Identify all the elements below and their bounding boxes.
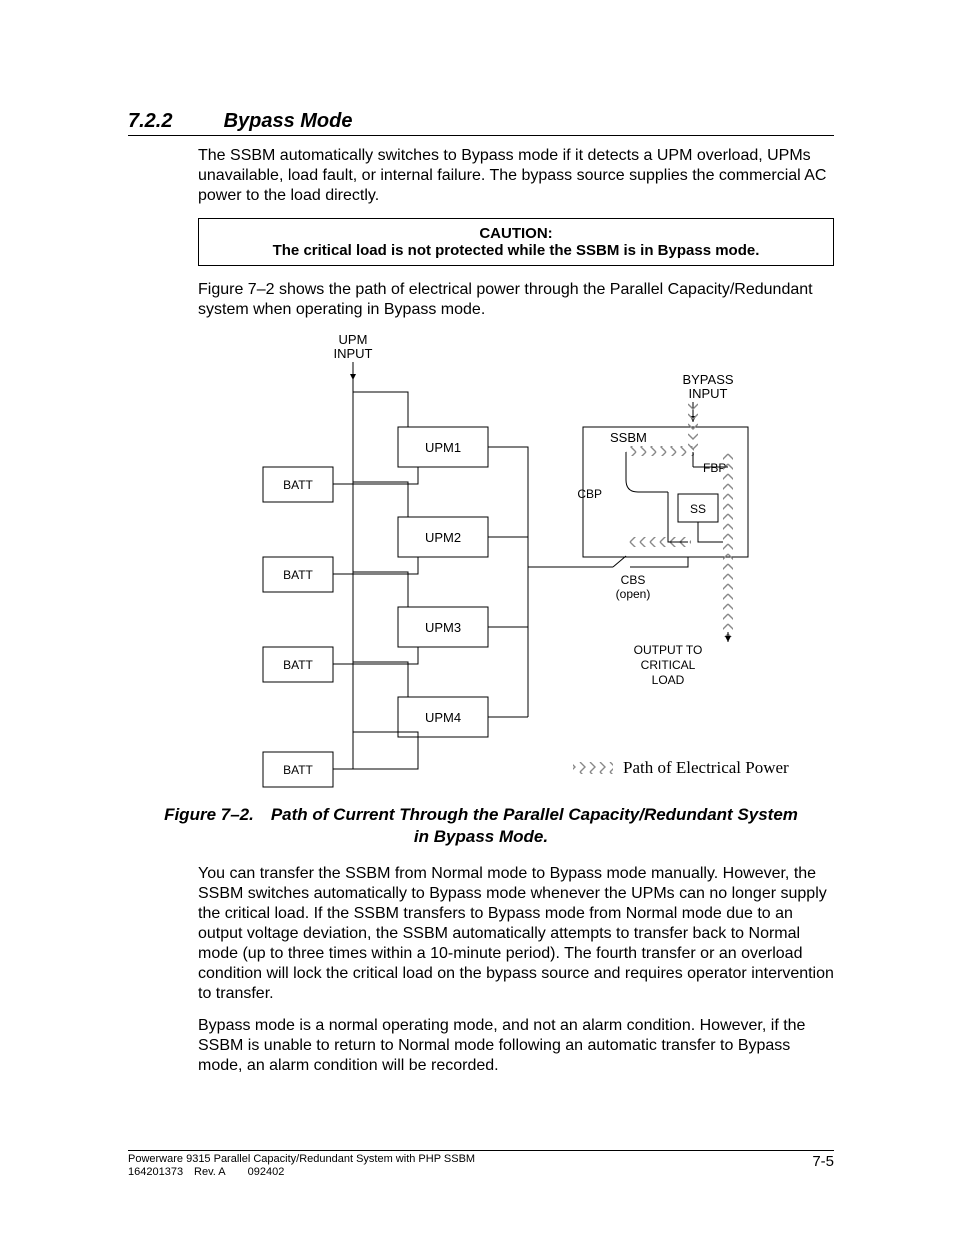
paragraph-2: Figure 7–2 shows the path of electrical … <box>198 280 834 320</box>
svg-text:INPUT: INPUT <box>689 386 728 401</box>
svg-text:SSBM: SSBM <box>610 430 647 445</box>
power-path <box>626 446 694 456</box>
svg-text:BATT: BATT <box>283 658 313 672</box>
page-footer: Powerware 9315 Parallel Capacity/Redunda… <box>128 1150 834 1179</box>
footer-line-2: 164201373 Rev. A 092402 <box>128 1166 475 1179</box>
power-path <box>723 557 733 637</box>
svg-text:UPM3: UPM3 <box>425 620 461 635</box>
svg-text:(open): (open) <box>616 587 651 601</box>
svg-text:BATT: BATT <box>283 763 313 777</box>
section-heading: 7.2.2 Bypass Mode <box>128 110 834 136</box>
legend-chevron-icon <box>573 762 613 774</box>
paragraph-3: You can transfer the SSBM from Normal mo… <box>198 864 834 1004</box>
power-path <box>688 402 698 452</box>
figure-caption: Figure 7–2. Path of Current Through the … <box>128 804 834 848</box>
upm-input-label-1: UPM <box>339 332 368 347</box>
upm-boxes: UPM1 UPM2 UPM3 UPM4 <box>398 427 488 737</box>
caution-text: The critical load is not protected while… <box>209 242 823 259</box>
svg-text:BATT: BATT <box>283 478 313 492</box>
legend-label: Path of Electrical Power <box>623 758 789 777</box>
svg-text:OUTPUT TO: OUTPUT TO <box>634 643 703 657</box>
power-path <box>723 452 733 562</box>
svg-text:UPM1: UPM1 <box>425 440 461 455</box>
footer-line-1: Powerware 9315 Parallel Capacity/Redunda… <box>128 1153 475 1166</box>
upm-input-label-2: INPUT <box>334 346 373 361</box>
svg-text:BYPASS: BYPASS <box>682 372 733 387</box>
page-number: 7-5 <box>812 1153 834 1179</box>
section-number: 7.2.2 <box>128 110 218 133</box>
paragraph-4: Bypass mode is a normal operating mode, … <box>198 1016 834 1076</box>
svg-text:FBP: FBP <box>703 461 726 475</box>
svg-text:CRITICAL: CRITICAL <box>641 658 696 672</box>
caution-box: CAUTION: The critical load is not protec… <box>198 218 834 266</box>
svg-text:BATT: BATT <box>283 568 313 582</box>
svg-text:CBS: CBS <box>621 573 646 587</box>
caution-label: CAUTION: <box>209 225 823 242</box>
svg-text:UPM4: UPM4 <box>425 710 461 725</box>
svg-text:UPM2: UPM2 <box>425 530 461 545</box>
svg-text:CBP: CBP <box>577 487 602 501</box>
section-title: Bypass Mode <box>224 110 353 132</box>
svg-text:LOAD: LOAD <box>652 673 685 687</box>
paragraph-1: The SSBM automatically switches to Bypas… <box>198 146 834 206</box>
figure-7-2: UPM INPUT UPM1 UPM2 UPM3 UPM4 <box>128 332 834 802</box>
svg-text:SS: SS <box>690 502 706 516</box>
batt-boxes: BATT BATT BATT BATT <box>263 467 333 787</box>
